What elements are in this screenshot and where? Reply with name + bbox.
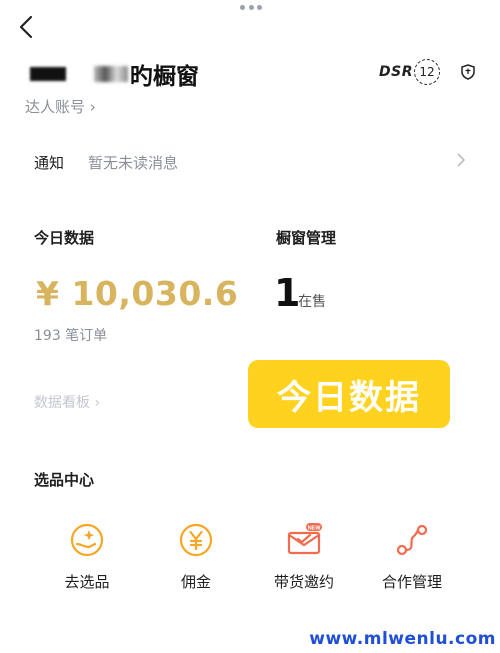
hand-star-icon bbox=[70, 523, 104, 557]
today-data-title: 今日数据 bbox=[34, 229, 95, 247]
data-board-link[interactable]: 数据看板 › bbox=[34, 392, 100, 412]
cooperation-mgmt-button[interactable]: 合作管理 bbox=[362, 522, 462, 592]
yen-coin-icon bbox=[179, 523, 213, 557]
dsr-badge[interactable]: DSR bbox=[379, 64, 413, 80]
watermark: www.mlwenlu.com bbox=[309, 629, 496, 649]
more-dots-icon[interactable] bbox=[240, 5, 262, 11]
commission-button[interactable]: 佣金 bbox=[146, 522, 246, 592]
on-sale-count[interactable]: 1 bbox=[274, 271, 300, 315]
page-title-text: 旳橱窗 bbox=[130, 64, 199, 90]
cooperation-mgmt-label: 合作管理 bbox=[381, 573, 442, 591]
window-mgmt-title[interactable]: 橱窗管理 bbox=[276, 227, 336, 248]
chevron-right-icon[interactable] bbox=[456, 152, 466, 168]
page-title: 旳橱窗 bbox=[30, 58, 199, 90]
go-select-label: 去选品 bbox=[64, 573, 110, 591]
redacted-name-block bbox=[94, 66, 128, 82]
level-badge[interactable]: 12 bbox=[414, 59, 440, 85]
promotion-invite-button[interactable]: NEW 带货邀约 bbox=[254, 522, 354, 592]
commission-label: 佣金 bbox=[180, 573, 211, 591]
selection-center-title: 选品中心 bbox=[34, 471, 95, 489]
svg-text:NEW: NEW bbox=[308, 525, 322, 531]
route-icon bbox=[396, 524, 428, 556]
notice-message[interactable]: 暂无未读消息 bbox=[88, 152, 178, 173]
redacted-name-block bbox=[30, 67, 66, 81]
today-amount: ¥ 10,030.6 bbox=[36, 274, 239, 313]
today-data-overlay-caption: 今日数据 bbox=[248, 360, 450, 428]
shield-icon[interactable] bbox=[461, 64, 475, 80]
today-orders: 193 笔订单 bbox=[34, 328, 108, 344]
back-arrow-icon[interactable] bbox=[14, 14, 40, 40]
promotion-invite-label: 带货邀约 bbox=[273, 573, 334, 591]
go-select-products-button[interactable]: 去选品 bbox=[37, 522, 137, 592]
account-link[interactable]: 达人账号 › bbox=[25, 96, 96, 117]
notice-label: 通知 bbox=[34, 154, 65, 172]
on-sale-label: 在售 bbox=[298, 294, 326, 310]
mail-new-icon: NEW bbox=[287, 523, 322, 555]
